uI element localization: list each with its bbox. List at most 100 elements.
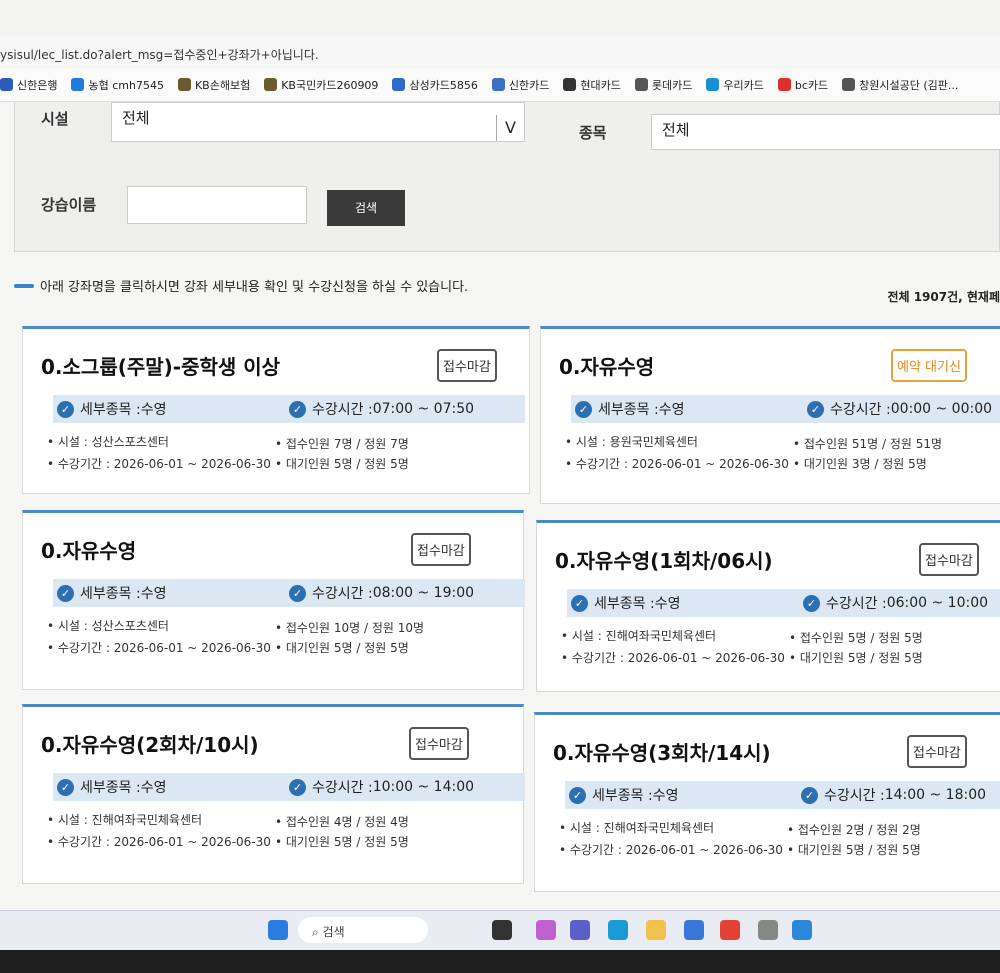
course-card[interactable]: 0.자유수영(2회차/10시) 접수마감 ✓ 세부종목 : 수영 ✓ 수강시간 : … bbox=[22, 704, 525, 884]
wait-prefix: • 대기인원 bbox=[275, 835, 334, 849]
time-prefix: 수강시간 : bbox=[312, 586, 373, 602]
bookmark-favicon-icon bbox=[842, 78, 856, 91]
wait-prefix: • 대기인원 bbox=[793, 457, 852, 471]
status-button[interactable]: 접수마감 bbox=[907, 735, 967, 768]
course-title[interactable]: 0.자유수영(3회차/14시) bbox=[553, 737, 771, 766]
wait-info: • 대기인원 5명 / 정원 5명 bbox=[275, 639, 409, 656]
period-value: 2026-06-01 ~ 2026-06-30 bbox=[625, 843, 783, 857]
status-button[interactable]: 접수마감 bbox=[411, 533, 471, 566]
enroll-value: 10명 / 정원 10명 bbox=[333, 621, 425, 635]
wait-info: • 대기인원 5명 / 정원 5명 bbox=[275, 833, 409, 850]
check-circle-icon: ✓ bbox=[289, 778, 306, 796]
course-card[interactable]: 0.자유수영 예약 대기신 ✓ 세부종목 : 수영 ✓ 수강시간 : 00:00 ~… bbox=[540, 326, 1000, 504]
course-title[interactable]: 0.자유수영(1회차/06시) bbox=[555, 545, 773, 574]
bookmark-label: 농협 cmh7545 bbox=[88, 78, 164, 92]
enroll-info: • 접수인원 4명 / 정원 4명 bbox=[275, 813, 409, 830]
wait-info: • 대기인원 5명 / 정원 5명 bbox=[789, 649, 923, 666]
facility-select[interactable]: 전체 V bbox=[111, 102, 525, 142]
bookmark-item[interactable]: 신한은행 bbox=[0, 77, 57, 93]
period-info: • 수강기간 : 2026-06-01 ~ 2026-06-30 bbox=[47, 455, 271, 472]
time-summary: ✓ 수강시간 : 00:00 ~ 00:00 bbox=[807, 399, 992, 419]
enroll-prefix: • 접수인원 bbox=[275, 437, 334, 451]
bookmark-item[interactable]: 삼성카드5856 bbox=[392, 77, 478, 93]
lecture-name-label: 강습이름 bbox=[41, 196, 97, 214]
period-prefix: • 수강기간 : bbox=[47, 457, 114, 471]
course-card[interactable]: 0.자유수영 접수마감 ✓ 세부종목 : 수영 ✓ 수강시간 : 08:00 ~ 1… bbox=[22, 510, 525, 690]
taskview-icon[interactable] bbox=[492, 920, 512, 940]
search-panel: 시설 전체 V 종목 전체 강습이름 검색 bbox=[14, 102, 1000, 252]
bookmark-item[interactable]: 신한카드 bbox=[491, 77, 549, 93]
enroll-info: • 접수인원 5명 / 정원 5명 bbox=[789, 629, 923, 646]
bookmark-item[interactable]: 현대카드 bbox=[563, 77, 621, 93]
status-button[interactable]: 접수마감 bbox=[437, 349, 497, 382]
facility-value: 성산스포츠센터 bbox=[91, 619, 169, 633]
facility-prefix: • 시설 : bbox=[565, 435, 610, 449]
bookmark-favicon-icon bbox=[634, 78, 648, 91]
facility-prefix: • 시설 : bbox=[47, 619, 92, 633]
wait-prefix: • 대기인원 bbox=[789, 651, 848, 665]
windows-start-icon[interactable] bbox=[268, 920, 288, 940]
address-bar[interactable]: ysisul/lec_list.do?alert_msg=접수중인+강좌가+아닙… bbox=[0, 36, 1000, 66]
bookmark-label: 롯데카드 bbox=[651, 78, 693, 92]
facility-prefix: • 시설 : bbox=[561, 629, 606, 643]
course-title[interactable]: 0.소그룹(주말)-중학생 이상 bbox=[41, 351, 280, 380]
course-card[interactable]: 0.자유수영(3회차/14시) 접수마감 ✓ 세부종목 : 수영 ✓ 수강시간 : … bbox=[534, 712, 1000, 892]
chrome-icon[interactable] bbox=[720, 920, 740, 940]
chevron-down-icon[interactable]: V bbox=[496, 115, 524, 141]
facility-label: 시설 bbox=[41, 110, 69, 128]
sport-select[interactable]: 전체 bbox=[651, 114, 1000, 150]
taskbar-search[interactable]: ⌕ 검색 bbox=[298, 917, 428, 943]
remote-icon[interactable] bbox=[792, 920, 812, 940]
teams-icon[interactable] bbox=[570, 920, 590, 940]
facility-info: • 시설 : 진해여좌국민체육센터 bbox=[47, 811, 202, 828]
course-card[interactable]: 0.소그룹(주말)-중학생 이상 접수마감 ✓ 세부종목 : 수영 ✓ 수강시간 :… bbox=[22, 326, 530, 494]
bookmark-label: KB국민카드260909 bbox=[281, 78, 379, 92]
time-prefix: 수강시간 : bbox=[824, 788, 885, 804]
period-info: • 수강기간 : 2026-06-01 ~ 2026-06-30 bbox=[559, 841, 783, 858]
course-title[interactable]: 0.자유수영 bbox=[559, 351, 654, 380]
period-value: 2026-06-01 ~ 2026-06-30 bbox=[113, 641, 271, 655]
sport-label: 종목 bbox=[579, 124, 607, 142]
taskbar: ⌕ 검색 bbox=[0, 910, 1000, 950]
facility-value: 용원국민체육센터 bbox=[609, 435, 698, 449]
url-text[interactable]: ysisul/lec_list.do?alert_msg=접수중인+강좌가+아닙… bbox=[0, 48, 319, 62]
bookmark-item[interactable]: 롯데카드 bbox=[634, 77, 693, 93]
bookmark-item[interactable]: 농협 cmh7545 bbox=[71, 77, 164, 93]
explorer-icon[interactable] bbox=[646, 920, 666, 940]
sport-summary: ✓ 세부종목 : 수영 bbox=[57, 399, 166, 419]
wait-prefix: • 대기인원 bbox=[275, 457, 334, 471]
app-icon[interactable] bbox=[758, 920, 778, 940]
wait-value: 3명 / 정원 5명 bbox=[851, 457, 927, 471]
lecture-name-input[interactable] bbox=[127, 186, 307, 224]
check-circle-icon: ✓ bbox=[57, 778, 74, 796]
period-value: 2026-06-01 ~ 2026-06-30 bbox=[627, 651, 785, 665]
bookmark-item[interactable]: 우리카드 bbox=[706, 77, 764, 93]
check-circle-icon: ✓ bbox=[571, 594, 588, 612]
copilot-icon[interactable] bbox=[536, 920, 556, 940]
wait-prefix: • 대기인원 bbox=[275, 641, 334, 655]
time-value: 07:00 ~ 07:50 bbox=[372, 401, 475, 417]
time-prefix: 수강시간 : bbox=[312, 780, 373, 796]
course-title[interactable]: 0.자유수영(2회차/10시) bbox=[41, 729, 259, 758]
edge-icon[interactable] bbox=[608, 920, 628, 940]
bookmark-item[interactable]: 창원시설공단 (김판... bbox=[842, 77, 958, 93]
course-card[interactable]: 0.자유수영(1회차/06시) 접수마감 ✓ 세부종목 : 수영 ✓ 수강시간 : … bbox=[536, 520, 1000, 692]
bookmark-favicon-icon bbox=[491, 78, 505, 91]
wait-value: 5명 / 정원 5명 bbox=[333, 835, 409, 849]
search-button[interactable]: 검색 bbox=[327, 190, 405, 226]
status-button[interactable]: 예약 대기신 bbox=[891, 349, 967, 382]
bookmark-item[interactable]: KB국민카드260909 bbox=[264, 77, 378, 93]
store-icon[interactable] bbox=[684, 920, 704, 940]
course-title[interactable]: 0.자유수영 bbox=[41, 535, 136, 564]
period-info: • 수강기간 : 2026-06-01 ~ 2026-06-30 bbox=[47, 833, 271, 850]
bookmark-item[interactable]: bc카드 bbox=[777, 77, 828, 93]
facility-info: • 시설 : 진해여좌국민체육센터 bbox=[559, 819, 714, 836]
time-summary: ✓ 수강시간 : 14:00 ~ 18:00 bbox=[801, 785, 986, 805]
period-info: • 수강기간 : 2026-06-01 ~ 2026-06-30 bbox=[565, 455, 789, 472]
sport-summary: ✓ 세부종목 : 수영 bbox=[57, 583, 166, 603]
bookmark-item[interactable]: KB손해보험 bbox=[177, 77, 250, 93]
status-button[interactable]: 접수마감 bbox=[409, 727, 469, 760]
status-button[interactable]: 접수마감 bbox=[919, 543, 979, 576]
bookmark-favicon-icon bbox=[777, 78, 791, 91]
enroll-value: 4명 / 정원 4명 bbox=[333, 815, 409, 829]
